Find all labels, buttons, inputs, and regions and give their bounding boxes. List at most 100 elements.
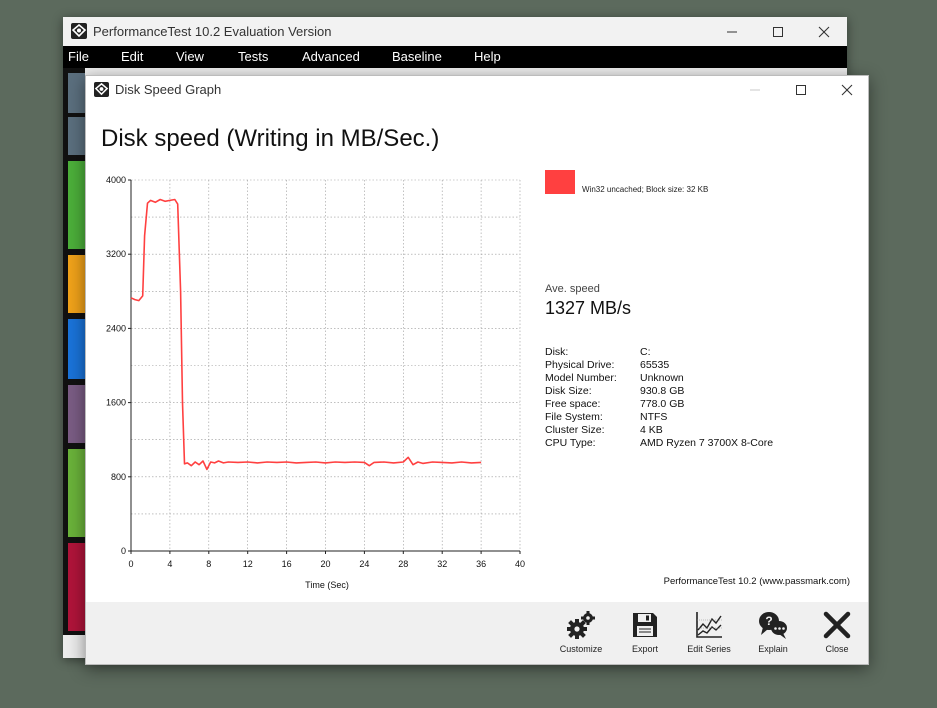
- main-menu-bar: File Edit View Tests Advanced Baseline H…: [63, 46, 847, 68]
- y-tick-label: 2400: [106, 323, 126, 333]
- dialog-title-bar[interactable]: Disk Speed Graph: [86, 76, 868, 103]
- info-value: Unknown: [640, 372, 684, 384]
- x-tick-label: 36: [476, 559, 486, 569]
- edit-series-button[interactable]: Edit Series: [680, 610, 738, 660]
- x-axis-label: Time (Sec): [305, 580, 349, 590]
- x-tick-label: 8: [206, 559, 211, 569]
- dialog-title: Disk Speed Graph: [115, 82, 222, 97]
- disk-info-table: Disk: C: Physical Drive: 65535 Model Numbe…: [545, 346, 845, 450]
- sidebar-tile-cpu[interactable]: [68, 161, 85, 249]
- sidebar-tile-home[interactable]: [68, 73, 85, 113]
- x-tick-label: 32: [437, 559, 447, 569]
- close-x-icon: [823, 611, 851, 639]
- y-tick-label: 1600: [106, 398, 126, 408]
- info-key: CPU Type:: [545, 437, 596, 449]
- main-close-button[interactable]: [801, 17, 847, 46]
- sidebar-tile-summary[interactable]: [68, 117, 85, 155]
- export-label: Export: [631, 644, 658, 654]
- passmark-logo-icon: [94, 82, 109, 97]
- info-row-disk: Disk: C:: [545, 346, 845, 359]
- legend-label: Win32 uncached; Block size: 32 KB: [582, 185, 709, 194]
- main-title-bar[interactable]: PerformanceTest 10.2 Evaluation Version: [63, 17, 847, 46]
- dialog-minimize-button[interactable]: [732, 76, 778, 103]
- info-key: Disk Size:: [545, 385, 592, 397]
- credit-text: PerformanceTest 10.2 (www.passmark.com): [663, 576, 850, 587]
- x-tick-label: 16: [282, 559, 292, 569]
- sidebar-tile-disk[interactable]: [68, 449, 85, 537]
- menu-baseline[interactable]: Baseline: [392, 49, 442, 64]
- chart-series: [130, 198, 482, 471]
- info-value: NTFS: [640, 411, 668, 423]
- gears-icon: [567, 611, 595, 639]
- disk-speed-chart: 080016002400320040000 4 8 12 16 20 24 28 32 36 40 …: [106, 175, 525, 590]
- info-row-free-space: Free space: 778.0 GB: [545, 398, 845, 411]
- export-button[interactable]: Export: [616, 610, 674, 660]
- x-tick-label: 40: [515, 559, 525, 569]
- menu-help[interactable]: Help: [474, 49, 501, 64]
- graph-title: Disk speed (Writing in MB/Sec.): [101, 125, 440, 152]
- info-key: Disk:: [545, 346, 569, 358]
- x-tick-label: 28: [398, 559, 408, 569]
- x-tick-label: 20: [320, 559, 330, 569]
- sidebar-tile-other[interactable]: [68, 543, 85, 631]
- menu-file[interactable]: File: [68, 49, 89, 64]
- info-row-cpu-type: CPU Type: AMD Ryzen 7 3700X 8-Core: [545, 437, 845, 450]
- legend-swatch: [545, 170, 575, 194]
- x-tick-label: 0: [128, 559, 133, 569]
- info-row-disk-size: Disk Size: 930.8 GB: [545, 385, 845, 398]
- sidebar-tile-3d[interactable]: [68, 319, 85, 379]
- chart-grid: [131, 179, 521, 551]
- dialog-maximize-button[interactable]: [778, 76, 824, 103]
- info-row-file-system: File System: NTFS: [545, 411, 845, 424]
- maximize-icon: [796, 84, 806, 95]
- x-tick-label: 12: [243, 559, 253, 569]
- disk-speed-graph-dialog: Disk Speed Graph Disk speed (Writing in …: [85, 75, 869, 665]
- menu-tests[interactable]: Tests: [238, 49, 268, 64]
- average-speed-label: Ave. speed: [545, 283, 600, 295]
- save-icon: [633, 613, 657, 637]
- x-tick-label: 4: [167, 559, 172, 569]
- main-sidebar: [63, 68, 85, 635]
- y-tick-label: 4000: [106, 175, 126, 185]
- main-minimize-button[interactable]: [709, 17, 755, 46]
- customize-button[interactable]: Customize: [552, 610, 610, 660]
- minimize-icon: [750, 89, 760, 90]
- info-row-model-number: Model Number: Unknown: [545, 372, 845, 385]
- menu-edit[interactable]: Edit: [121, 49, 143, 64]
- dialog-close-button[interactable]: [824, 76, 870, 103]
- y-tick-label: 3200: [106, 249, 126, 259]
- svg-text:?: ?: [765, 614, 772, 628]
- info-row-cluster-size: Cluster Size: 4 KB: [545, 424, 845, 437]
- close-icon: [841, 84, 853, 95]
- x-tick-label: 24: [359, 559, 369, 569]
- info-key: Cluster Size:: [545, 424, 605, 436]
- menu-view[interactable]: View: [176, 49, 204, 64]
- average-speed-value: 1327 MB/s: [545, 298, 632, 318]
- info-value: 778.0 GB: [640, 398, 685, 410]
- chart-tick-labels: 0 800 1600 2400 3200 4000 0 4 8 12 16 20 24 28 32 36 40: [106, 175, 525, 569]
- info-value: 4 KB: [640, 424, 663, 436]
- info-key: File System:: [545, 411, 603, 423]
- passmark-logo-icon: [71, 23, 87, 39]
- maximize-icon: [773, 26, 783, 37]
- series-line: [130, 198, 482, 471]
- sidebar-tile-2d[interactable]: [68, 255, 85, 313]
- menu-advanced[interactable]: Advanced: [302, 49, 360, 64]
- info-key: Physical Drive:: [545, 359, 615, 371]
- close-dialog-button[interactable]: Close: [808, 610, 866, 660]
- customize-label: Customize: [559, 644, 603, 654]
- info-value: C:: [640, 346, 651, 358]
- info-row-physical-drive: Physical Drive: 65535: [545, 359, 845, 372]
- minimize-icon: [727, 31, 737, 32]
- info-key: Model Number:: [545, 372, 617, 384]
- sidebar-tile-memory[interactable]: [68, 385, 85, 443]
- y-tick-label: 0: [121, 546, 126, 556]
- explain-label: Explain: [758, 644, 788, 654]
- info-key: Free space:: [545, 398, 601, 410]
- main-maximize-button[interactable]: [755, 17, 801, 46]
- main-window-title: PerformanceTest 10.2 Evaluation Version: [93, 24, 332, 39]
- line-chart-icon: [696, 612, 722, 638]
- explain-button[interactable]: ? Explain: [744, 610, 802, 660]
- info-value: 930.8 GB: [640, 385, 685, 397]
- info-value: 65535: [640, 359, 670, 371]
